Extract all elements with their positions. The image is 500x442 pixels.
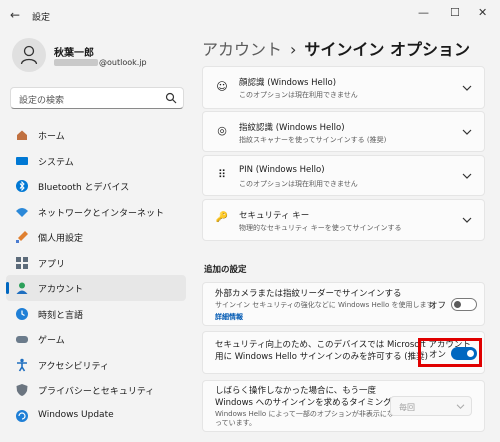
apps-icon bbox=[15, 256, 29, 270]
card-subtitle: 指紋スキャナーを使ってサインインする (推奨) bbox=[239, 136, 387, 144]
learn-more-link[interactable]: 詳細情報 bbox=[215, 312, 243, 322]
app-title: 設定 bbox=[32, 13, 51, 23]
dropdown-value: 毎回 bbox=[399, 403, 415, 412]
external-camera-setting: 外部カメラまたは指紋リーダーでサインインする サインイン セキュリティの強化など… bbox=[202, 282, 485, 326]
sidebar-item-wifi[interactable]: ネットワークとインターネット bbox=[6, 199, 186, 225]
sidebar-item-label: ホーム bbox=[38, 132, 65, 142]
pin-card[interactable]: ⠿ PIN (Windows Hello) このオプションは現在利用できません bbox=[202, 155, 485, 196]
home-icon bbox=[15, 128, 29, 142]
card-title: 顔認識 (Windows Hello) bbox=[239, 78, 337, 88]
setting-title-line1: しばらく操作しなかった場合に、もう一度 bbox=[215, 386, 376, 396]
chevron-down-icon[interactable] bbox=[462, 84, 472, 92]
sidebar-item-label: ネットワークとインターネット bbox=[38, 208, 165, 219]
external-camera-toggle[interactable] bbox=[451, 298, 477, 311]
card-title: PIN (Windows Hello) bbox=[239, 165, 325, 175]
setting-subtitle-line2: っています。 bbox=[215, 419, 256, 427]
chevron-down-icon[interactable] bbox=[462, 216, 472, 224]
toggle-state-label: オフ bbox=[429, 301, 447, 311]
wifi-icon bbox=[15, 205, 29, 219]
card-subtitle: このオプションは現在利用できません bbox=[239, 180, 358, 188]
sidebar-item-update[interactable]: Windows Update bbox=[6, 403, 186, 429]
user-name: 秋葉一郎 bbox=[54, 48, 94, 59]
shield-icon bbox=[15, 383, 29, 397]
close-icon[interactable]: ✕ bbox=[478, 6, 487, 19]
toggle-knob bbox=[454, 301, 461, 308]
card-subtitle: 物理的なセキュリティ キーを使ってサインインする bbox=[239, 224, 402, 232]
sidebar-item-label: 個人用設定 bbox=[38, 234, 84, 244]
breadcrumb: アカウント › サインイン オプション bbox=[202, 36, 470, 60]
page-title: サインイン オプション bbox=[304, 40, 470, 59]
gamepad-icon bbox=[15, 332, 29, 346]
sidebar-item-label: アクセシビリティ bbox=[38, 361, 110, 372]
search-input[interactable]: 設定の検索 bbox=[10, 87, 184, 109]
setting-subtitle: サインイン セキュリティの強化などに Windows Hello を使用します。 bbox=[215, 301, 440, 309]
avatar bbox=[12, 38, 46, 72]
setting-title: 外部カメラまたは指紋リーダーでサインインする bbox=[215, 289, 402, 299]
chevron-down-icon bbox=[456, 404, 465, 409]
sidebar-item-label: プライバシーとセキュリティ bbox=[38, 387, 155, 397]
setting-subtitle-line1: Windows Hello によって一部のオプションが非表示にな bbox=[215, 410, 394, 418]
sidebar-nav: ホームシステム Bluetooth とデバイスネットワークとインターネット 個人用設… bbox=[6, 122, 186, 428]
card-title: 指紋認識 (Windows Hello) bbox=[239, 123, 345, 133]
sidebar-item-bluetooth[interactable]: Bluetooth とデバイス bbox=[6, 173, 186, 199]
sidebar-item-label: Bluetooth とデバイス bbox=[38, 183, 130, 193]
search-placeholder: 設定の検索 bbox=[19, 96, 65, 106]
sidebar-item-label: ゲーム bbox=[38, 336, 65, 346]
user-email: @outlook.jp bbox=[54, 58, 147, 67]
breadcrumb-parent[interactable]: アカウント bbox=[202, 40, 282, 59]
card-title: セキュリティ キー bbox=[239, 211, 310, 221]
setting-title-line2: 用に Windows Hello サインインのみを許可する (推奨) bbox=[215, 352, 428, 362]
sidebar-item-clock[interactable]: 時刻と言語 bbox=[6, 301, 186, 327]
section-title: 追加の設定 bbox=[204, 265, 247, 275]
fingerprint-icon: ◎ bbox=[217, 124, 227, 137]
setting-title-line2: Windows へのサインインを求めるタイミング bbox=[215, 398, 392, 408]
face-icon: ☺ bbox=[216, 80, 228, 93]
search-icon bbox=[165, 92, 177, 104]
sidebar-item-shield[interactable]: プライバシーとセキュリティ bbox=[6, 377, 186, 403]
sidebar-item-account[interactable]: アカウント bbox=[6, 275, 186, 301]
pin-icon: ⠿ bbox=[217, 168, 227, 181]
chevron-down-icon[interactable] bbox=[462, 172, 472, 180]
fingerprint-card[interactable]: ◎ 指紋認識 (Windows Hello) 指紋スキャナーを使ってサインインす… bbox=[202, 111, 485, 152]
sidebar-item-gamepad[interactable]: ゲーム bbox=[6, 326, 186, 352]
sidebar-item-label: Windows Update bbox=[38, 409, 114, 420]
sidebar-item-label: アプリ bbox=[38, 259, 66, 270]
sidebar-item-home[interactable]: ホーム bbox=[6, 122, 186, 148]
sidebar-item-brush[interactable]: 個人用設定 bbox=[6, 224, 186, 250]
sidebar-item-label: アカウント bbox=[38, 285, 84, 295]
clock-icon bbox=[15, 307, 29, 321]
inactivity-dropdown[interactable]: 毎回 bbox=[390, 396, 472, 416]
sidebar-item-system[interactable]: システム bbox=[6, 148, 186, 174]
card-subtitle: このオプションは現在利用できません bbox=[239, 91, 358, 99]
sidebar-item-apps[interactable]: アプリ bbox=[6, 250, 186, 276]
key-icon: 🔑 bbox=[215, 212, 229, 223]
title-bar: ← 設定 — ☐ ✕ bbox=[0, 0, 500, 30]
accessibility-icon bbox=[15, 358, 29, 372]
bluetooth-icon bbox=[15, 179, 29, 193]
brush-icon bbox=[15, 230, 29, 244]
account-icon bbox=[15, 281, 29, 295]
maximize-icon[interactable]: ☐ bbox=[450, 6, 460, 19]
system-icon bbox=[15, 154, 29, 168]
security-key-card[interactable]: 🔑 セキュリティ キー 物理的なセキュリティ キーを使ってサインインする bbox=[202, 199, 485, 241]
update-icon bbox=[15, 409, 29, 423]
highlight-box bbox=[418, 338, 482, 367]
sidebar-item-label: 時刻と言語 bbox=[38, 310, 84, 321]
breadcrumb-separator: › bbox=[290, 40, 297, 59]
sidebar-item-label: システム bbox=[38, 157, 74, 168]
chevron-down-icon[interactable] bbox=[462, 128, 472, 136]
sidebar-item-accessibility[interactable]: アクセシビリティ bbox=[6, 352, 186, 378]
face-recognition-card[interactable]: ☺ 顔認識 (Windows Hello) このオプションは現在利用できません bbox=[202, 66, 485, 109]
redacted-email-blur bbox=[54, 59, 98, 66]
minimize-icon[interactable]: — bbox=[418, 6, 429, 19]
back-arrow-icon[interactable]: ← bbox=[10, 8, 20, 22]
person-icon bbox=[20, 45, 38, 65]
